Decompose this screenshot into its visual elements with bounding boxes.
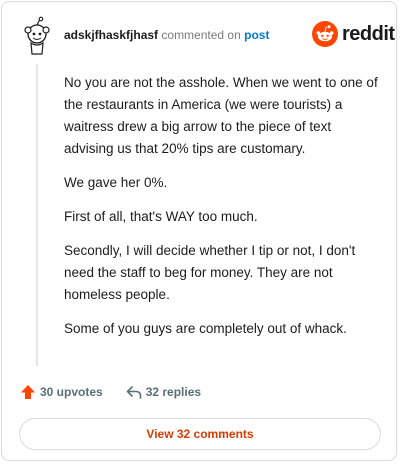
upvote-button[interactable]: 30 upvotes: [19, 383, 103, 401]
upvote-arrow-icon: [21, 385, 35, 399]
avatar[interactable]: [18, 16, 54, 56]
replies-count: 32 replies: [145, 385, 202, 399]
post-link[interactable]: post: [244, 28, 269, 42]
action-text: commented on: [161, 28, 241, 42]
comment-body: No you are not the asshole. When we went…: [64, 72, 382, 352]
comment-paragraph: Some of you guys are completely out of w…: [64, 321, 347, 336]
reddit-snoo-icon: [312, 21, 338, 47]
view-comments-button[interactable]: View 32 comments: [19, 418, 381, 450]
thread-line: [36, 64, 38, 366]
comment-paragraph: Secondly, I will decide whether I tip or…: [64, 243, 356, 302]
comment-paragraph: We gave her 0%.: [64, 175, 168, 190]
comment-card: adskjfhaskfjhasf commented on post reddi…: [1, 1, 397, 461]
reddit-wordmark: reddit: [342, 22, 395, 45]
comment-actions: 30 upvotes 32 replies: [19, 383, 201, 401]
snoo-avatar-icon: [24, 16, 50, 55]
username[interactable]: adskjfhaskfjhasf: [64, 28, 158, 42]
comment-paragraph: No you are not the asshole. When we went…: [64, 75, 378, 156]
comment-paragraph: First of all, that's WAY too much.: [64, 209, 258, 224]
reddit-logo[interactable]: reddit: [312, 21, 395, 47]
upvote-count: 30 upvotes: [40, 385, 103, 399]
reply-arrow-icon: [126, 386, 142, 399]
comment-header: adskjfhaskfjhasf commented on post: [64, 28, 269, 42]
replies-button[interactable]: 32 replies: [125, 383, 201, 401]
